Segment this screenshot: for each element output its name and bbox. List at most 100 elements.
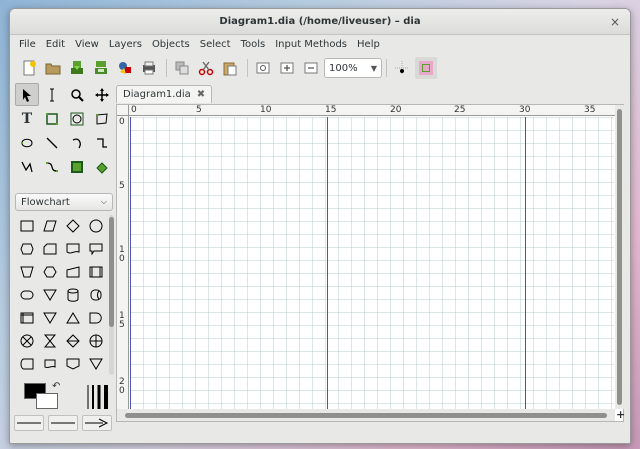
group-icon[interactable] — [171, 57, 193, 79]
magnify-icon[interactable] — [65, 83, 89, 106]
manual-operation-shape-icon[interactable] — [16, 261, 38, 283]
paste-icon[interactable] — [219, 57, 241, 79]
sheet-selector[interactable]: Flowchart ⌵ — [15, 193, 113, 211]
zoom-out-icon[interactable] — [300, 57, 322, 79]
bezier-icon[interactable] — [40, 155, 64, 178]
offpage-connector-shape-icon[interactable] — [62, 353, 84, 375]
end-arrow-selector[interactable] — [82, 415, 112, 431]
merge-shape-icon[interactable] — [39, 284, 61, 306]
open-icon[interactable] — [42, 57, 64, 79]
canvas-vertical-scrollbar[interactable] — [615, 105, 624, 409]
shapes-scrollbar[interactable] — [109, 215, 114, 375]
export-icon[interactable] — [114, 57, 136, 79]
menu-bar: File Edit View Layers Objects Select Too… — [10, 36, 630, 54]
menu-help[interactable]: Help — [352, 36, 385, 54]
process-shape-icon[interactable] — [16, 215, 38, 237]
diagram-canvas[interactable]: 0 5 10 15 20 25 30 35 0 5 1 0 1 5 2 0 + — [116, 104, 625, 422]
magnetic-disk-shape-icon[interactable] — [62, 284, 84, 306]
canvas-horizontal-scrollbar[interactable] — [117, 409, 615, 421]
connector-shape-icon[interactable] — [85, 215, 107, 237]
zoom-fit-icon[interactable] — [252, 57, 274, 79]
display-shape-icon[interactable] — [85, 238, 107, 260]
text-tool-icon[interactable]: T — [15, 107, 39, 130]
menu-view[interactable]: View — [70, 36, 104, 54]
terminal-shape-icon[interactable] — [16, 284, 38, 306]
extract-shape-icon[interactable] — [39, 307, 61, 329]
close-icon[interactable]: ✖ — [197, 89, 205, 100]
dia-window: Diagram1.dia (/home/liveuser) – dia × Fi… — [9, 8, 631, 444]
box-icon[interactable] — [40, 107, 64, 130]
delay-shape-icon[interactable] — [85, 307, 107, 329]
zoom-in-icon[interactable] — [276, 57, 298, 79]
line-icon[interactable] — [40, 131, 64, 154]
collate-shape-icon[interactable] — [39, 330, 61, 352]
zigzag-icon[interactable] — [90, 131, 114, 154]
menu-layers[interactable]: Layers — [104, 36, 147, 54]
funnel-shape-icon[interactable] — [85, 353, 107, 375]
menu-file[interactable]: File — [14, 36, 41, 54]
save-icon[interactable] — [66, 57, 88, 79]
chevron-down-icon: ⌵ — [100, 197, 107, 206]
pointer-icon[interactable] — [15, 83, 39, 106]
hexagon-shape-icon[interactable] — [39, 261, 61, 283]
data-shape-icon[interactable] — [39, 215, 61, 237]
sort-shape-icon[interactable] — [62, 330, 84, 352]
line-width-selector-icon[interactable] — [84, 383, 112, 411]
beziergon-icon[interactable] — [15, 131, 39, 154]
zoom-combo[interactable]: 100% ▼ — [324, 58, 382, 78]
tab-diagram1[interactable]: Diagram1.dia ✖ — [116, 85, 213, 103]
print-icon[interactable] — [138, 57, 160, 79]
color-selector: ↶ — [24, 381, 114, 413]
arc-icon[interactable] — [65, 131, 89, 154]
toolbar-separator — [386, 59, 387, 77]
ruler-label: 0 — [131, 105, 137, 115]
direct-access-shape-icon[interactable] — [85, 284, 107, 306]
vertical-scroll-thumb[interactable] — [617, 109, 622, 405]
snap-grid-icon[interactable] — [391, 57, 413, 79]
new-icon[interactable] — [18, 57, 40, 79]
menu-select[interactable]: Select — [195, 36, 236, 54]
sheet-name: Flowchart — [21, 196, 70, 208]
or-shape-icon[interactable] — [85, 330, 107, 352]
manual-input-shape-icon[interactable] — [62, 261, 84, 283]
start-arrow-selector[interactable] — [14, 415, 44, 431]
predefined-process-shape-icon[interactable] — [85, 261, 107, 283]
ellipse-icon[interactable] — [65, 107, 89, 130]
preparation-shape-icon[interactable] — [16, 238, 38, 260]
text-cursor-icon[interactable] — [40, 83, 64, 106]
menu-tools[interactable]: Tools — [236, 36, 271, 54]
internal-storage-shape-icon[interactable] — [16, 307, 38, 329]
stored-data-shape-icon[interactable] — [16, 353, 38, 375]
move-icon[interactable] — [90, 83, 114, 106]
chevron-down-icon[interactable]: ▼ — [371, 64, 377, 73]
swap-colors-icon[interactable]: ↶ — [52, 381, 60, 392]
ruler-label: 35 — [584, 105, 596, 115]
line-style-button[interactable] — [48, 415, 78, 431]
zoom-navigator-icon[interactable]: + — [616, 409, 625, 421]
card-shape-icon[interactable] — [39, 238, 61, 260]
polygon-icon[interactable] — [90, 107, 114, 130]
decision-shape-icon[interactable] — [62, 215, 84, 237]
ruler-label: 0 — [119, 117, 125, 127]
background-color-swatch[interactable] — [36, 393, 58, 409]
menu-objects[interactable]: Objects — [147, 36, 195, 54]
tab-label: Diagram1.dia — [123, 89, 191, 100]
window-close-button[interactable]: × — [608, 15, 622, 29]
ruler-label: 1 0 — [119, 245, 125, 264]
horizontal-scroll-thumb[interactable] — [125, 413, 607, 418]
shapes-scroll-thumb[interactable] — [109, 217, 114, 327]
document-shape-icon[interactable] — [62, 238, 84, 260]
menu-input-methods[interactable]: Input Methods — [270, 36, 352, 54]
triangle-shape-icon[interactable] — [62, 307, 84, 329]
summing-junction-shape-icon[interactable] — [16, 330, 38, 352]
save-as-icon[interactable] — [90, 57, 112, 79]
main-toolbar: 100% ▼ — [10, 55, 630, 81]
image-icon[interactable] — [65, 155, 89, 178]
ruler-label: 5 — [196, 105, 202, 115]
cut-icon[interactable] — [195, 57, 217, 79]
polyline-icon[interactable] — [15, 155, 39, 178]
outline-icon[interactable] — [90, 155, 114, 178]
menu-edit[interactable]: Edit — [41, 36, 70, 54]
multi-document-shape-icon[interactable] — [39, 353, 61, 375]
guide-icon[interactable] — [415, 57, 437, 79]
